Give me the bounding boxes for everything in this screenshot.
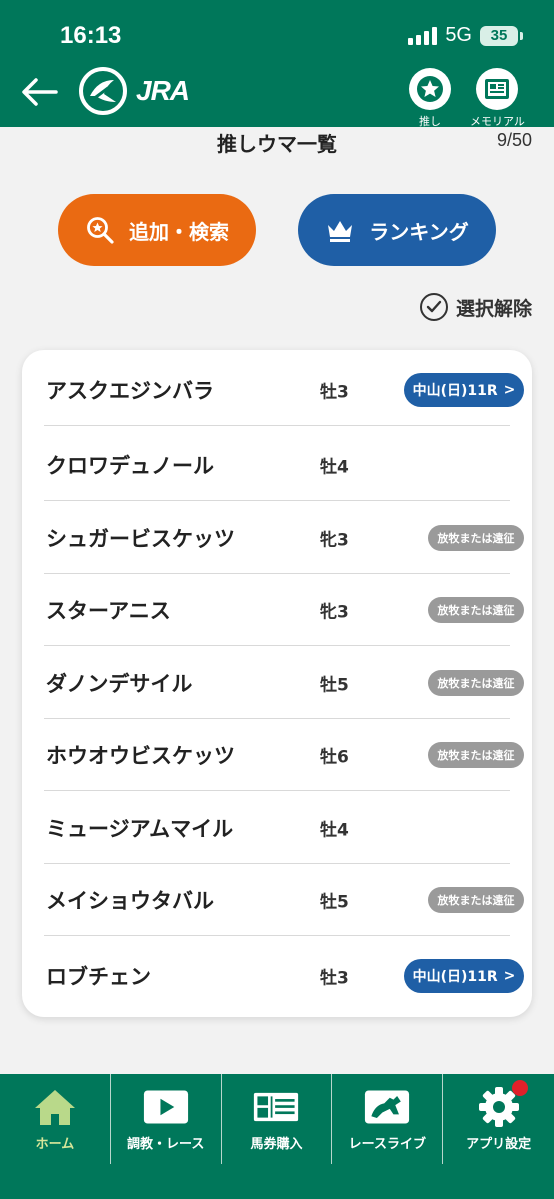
favorite-horse-list: アスクエジンバラ 牡3 中山(日)11R > クロワデュノール 牡4 シュガービ… xyxy=(22,350,532,1017)
back-arrow-icon xyxy=(22,78,58,106)
bottom-nav: ホーム 調教・レース 馬券購入 レースライブ アプリ設定 xyxy=(0,1074,554,1199)
nav-label: ホーム xyxy=(35,1136,75,1152)
deselect-label: 選択解除 xyxy=(455,297,532,320)
horse-sex-age: 牝3 xyxy=(320,530,349,551)
oshi-label: 推し xyxy=(419,115,441,128)
logo-text: JRA xyxy=(136,75,190,106)
nav-label: レースライブ xyxy=(348,1136,426,1152)
list-item[interactable]: メイショウタバル 牡5 放牧または遠征 xyxy=(44,864,524,936)
horse-sex-age: 牡6 xyxy=(320,747,349,768)
ticket-icon xyxy=(253,1087,299,1127)
divider xyxy=(44,645,510,646)
horse-sex-age: 牡3 xyxy=(320,968,349,989)
page-title: 推しウマ一覧 xyxy=(217,132,337,156)
list-item[interactable]: シュガービスケッツ 牝3 放牧または遠征 xyxy=(44,502,524,574)
horse-name: ホウオウビスケッツ xyxy=(46,744,235,768)
jra-logo: JRA xyxy=(78,66,190,116)
memorial-card-icon xyxy=(485,79,510,99)
horse-sex-age: 牡4 xyxy=(320,820,349,841)
race-entry-label: 中山(日)11R xyxy=(412,383,498,399)
battery-icon: 35 xyxy=(480,25,523,46)
search-star-icon xyxy=(87,217,114,244)
nav-race-live[interactable]: レースライブ xyxy=(332,1074,444,1164)
horse-sex-age: 牡5 xyxy=(320,675,349,696)
horse-sex-age: 牡4 xyxy=(320,457,349,478)
app-header: 16:13 5G 35 JRA 推し メモリアル xyxy=(0,0,554,129)
play-icon xyxy=(143,1087,189,1127)
horse-sex-age: 牡5 xyxy=(320,892,349,913)
add-search-button[interactable]: 追加・検索 xyxy=(58,194,256,266)
nav-home[interactable]: ホーム xyxy=(0,1074,111,1164)
nav-label: 調教・レース xyxy=(127,1136,205,1152)
add-search-label: 追加・検索 xyxy=(129,219,229,244)
horse-name: メイショウタバル xyxy=(46,889,214,913)
deselect-button[interactable]: 選択解除 xyxy=(419,293,532,321)
nav-app-settings[interactable]: アプリ設定 xyxy=(443,1074,554,1164)
horse-name: シュガービスケッツ xyxy=(46,527,235,551)
status-badge: 放牧または遠征 xyxy=(428,525,524,551)
star-icon xyxy=(417,76,443,102)
race-entry-badge[interactable]: 中山(日)11R > xyxy=(404,959,524,993)
home-icon xyxy=(32,1087,78,1127)
ranking-button[interactable]: ランキング xyxy=(298,194,496,266)
horse-name: スターアニス xyxy=(46,599,171,623)
list-item[interactable]: アスクエジンバラ 牡3 中山(日)11R > xyxy=(44,354,524,426)
horse-name: ダノンデサイル xyxy=(46,672,193,696)
ranking-label: ランキング xyxy=(369,219,469,244)
race-entry-badge[interactable]: 中山(日)11R > xyxy=(404,373,524,407)
nav-label: 馬券購入 xyxy=(250,1136,303,1152)
divider xyxy=(44,425,510,426)
list-item[interactable]: スターアニス 牝3 放牧または遠征 xyxy=(44,574,524,646)
check-circle-icon xyxy=(419,293,448,321)
horse-name: ロブチェン xyxy=(46,965,151,989)
status-indicators: 5G 35 xyxy=(408,24,523,47)
oshi-button[interactable]: 推し xyxy=(409,68,451,129)
status-badge: 放牧または遠征 xyxy=(428,742,524,768)
nav-training-race[interactable]: 調教・レース xyxy=(111,1074,222,1164)
network-type: 5G xyxy=(445,24,472,46)
horse-name: アスクエジンバラ xyxy=(46,379,214,403)
list-item[interactable]: ホウオウビスケッツ 牡6 放牧または遠征 xyxy=(44,719,524,791)
horse-name: ミュージアムマイル xyxy=(46,817,234,841)
list-item[interactable]: ロブチェン 牡3 中山(日)11R > xyxy=(44,940,524,1012)
favorite-count: 9/50 xyxy=(496,130,532,150)
horse-name: クロワデュノール xyxy=(46,454,214,478)
divider xyxy=(44,500,510,501)
battery-level: 35 xyxy=(490,27,508,44)
chevron-right-icon: > xyxy=(503,382,516,398)
list-item[interactable]: ミュージアムマイル 牡4 xyxy=(44,792,510,864)
jra-emblem-icon xyxy=(79,67,127,115)
nav-label: アプリ設定 xyxy=(466,1136,532,1152)
horse-sex-age: 牝3 xyxy=(320,602,349,623)
status-badge: 放牧または遠征 xyxy=(428,887,524,913)
race-entry-label: 中山(日)11R xyxy=(412,969,498,985)
nav-betting[interactable]: 馬券購入 xyxy=(222,1074,333,1164)
divider xyxy=(44,935,510,936)
horse-live-icon xyxy=(364,1087,410,1127)
list-item[interactable]: クロワデュノール 牡4 xyxy=(44,429,510,501)
horse-sex-age: 牡3 xyxy=(320,382,349,403)
chevron-right-icon: > xyxy=(503,968,516,984)
memorial-label: メモリアル xyxy=(470,115,525,128)
status-badge: 放牧または遠征 xyxy=(428,597,524,623)
status-badge: 放牧または遠征 xyxy=(428,670,524,696)
list-item[interactable]: ダノンデサイル 牡5 放牧または遠征 xyxy=(44,647,524,719)
status-time: 16:13 xyxy=(60,22,122,49)
signal-icon xyxy=(408,26,438,45)
crown-icon xyxy=(328,221,353,242)
notification-dot xyxy=(511,1080,528,1096)
back-button[interactable] xyxy=(18,70,62,114)
memorial-button[interactable]: メモリアル xyxy=(470,68,525,129)
divider xyxy=(44,790,510,791)
